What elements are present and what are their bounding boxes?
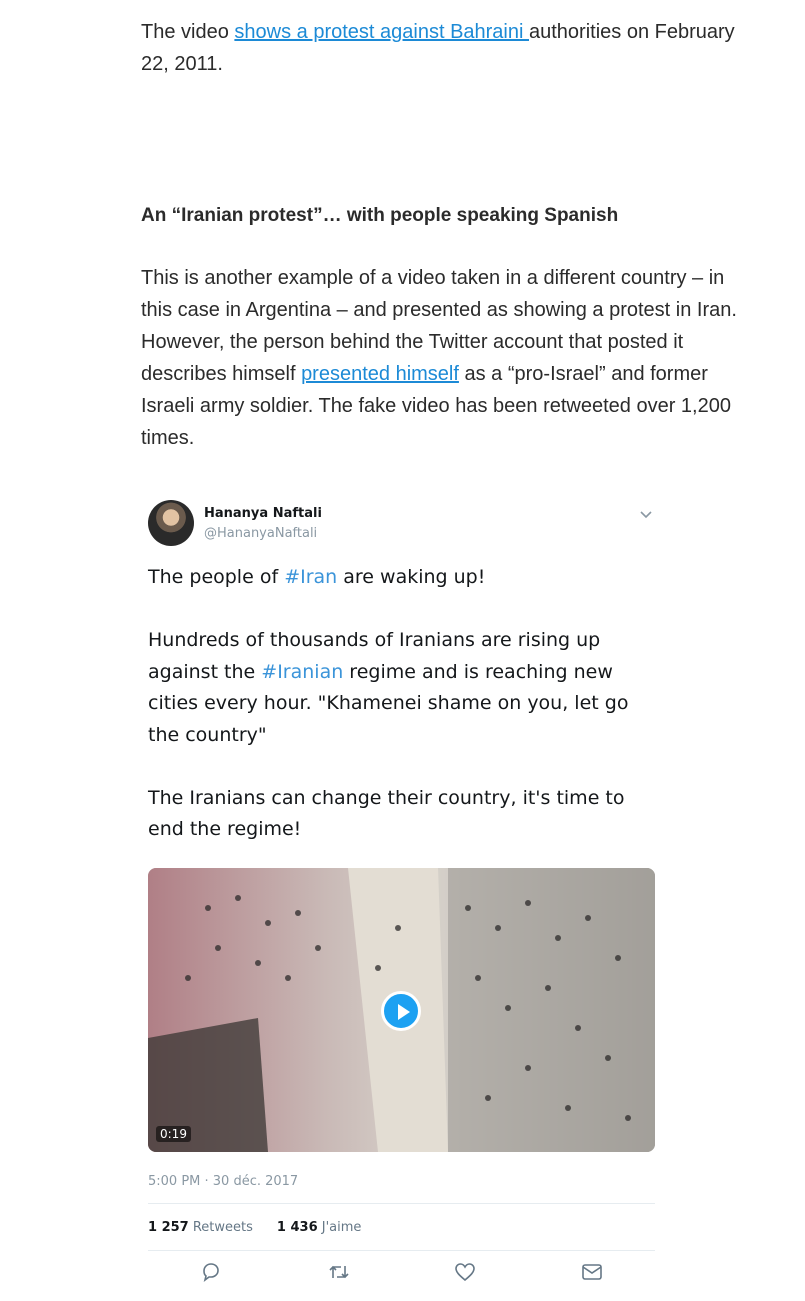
hashtag-iranian[interactable]: #Iranian — [261, 661, 343, 683]
retweet-icon[interactable] — [327, 1260, 351, 1284]
tweet-stats: 1 257 Retweets 1 436 J'aime — [148, 1220, 361, 1235]
tweet-header: Hananya Naftali @HananyaNaftali — [148, 496, 656, 556]
divider — [148, 1203, 655, 1204]
presented-himself-link[interactable]: presented himself — [301, 363, 459, 385]
divider — [148, 1250, 655, 1251]
avatar[interactable] — [148, 500, 194, 546]
tweet-text-2: are waking up! — [337, 566, 486, 588]
tweet-actions — [148, 1260, 655, 1288]
reply-icon[interactable] — [199, 1260, 223, 1284]
tweet-timestamp[interactable]: 5:00 PM · 30 déc. 2017 — [148, 1174, 298, 1189]
chevron-down-icon[interactable] — [638, 506, 654, 522]
author-handle[interactable]: @HananyaNaftali — [204, 526, 317, 541]
tweet-text-5: The Iranians can change their country, i… — [148, 786, 625, 841]
video-player[interactable]: 0:19 — [148, 868, 655, 1152]
intro-text-start: The video — [141, 21, 235, 43]
section-heading: An “Iranian protest”… with people speaki… — [141, 205, 619, 226]
like-count[interactable]: 1 436 — [277, 1220, 318, 1235]
like-icon[interactable] — [453, 1260, 477, 1284]
retweet-count[interactable]: 1 257 — [148, 1220, 189, 1235]
video-duration: 0:19 — [156, 1126, 191, 1142]
like-label[interactable]: J'aime — [322, 1220, 362, 1235]
dm-icon[interactable] — [580, 1260, 604, 1284]
author-name[interactable]: Hananya Naftali — [204, 506, 322, 521]
retweet-label[interactable]: Retweets — [193, 1220, 253, 1235]
body-paragraph: This is another example of a video taken… — [141, 262, 751, 454]
embedded-tweet: Hananya Naftali @HananyaNaftali The peop… — [148, 496, 656, 1282]
tweet-text-1: The people of — [148, 566, 285, 588]
hashtag-iran[interactable]: #Iran — [284, 566, 337, 588]
tweet-body: The people of #Iran are waking up! Hundr… — [148, 562, 656, 846]
play-icon[interactable] — [381, 991, 421, 1031]
intro-paragraph: The video shows a protest against Bahrai… — [141, 16, 741, 80]
bahrain-protest-link[interactable]: shows a protest against Bahraini — [234, 21, 529, 43]
